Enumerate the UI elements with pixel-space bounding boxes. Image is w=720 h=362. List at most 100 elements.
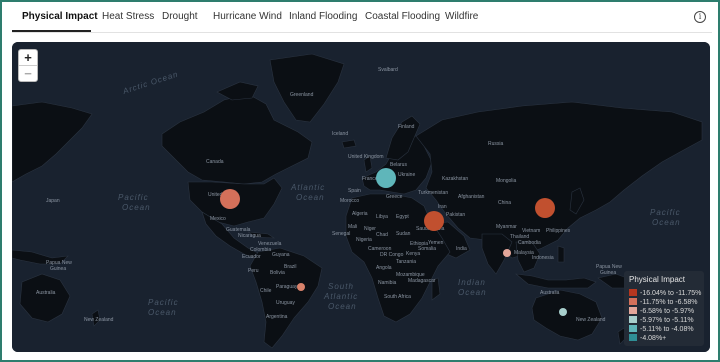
place-nigeria: Nigeria [356,237,372,243]
legend-title: Physical Impact [629,275,686,284]
legend-item: -5.97% to -5.11% [629,316,694,324]
place-malaysia: Malaysia [514,250,534,256]
place-libya: Libya [376,214,388,220]
tab-wildfire[interactable]: Wildfire [445,11,478,22]
place-finland: Finland [398,124,415,130]
legend-item: -6.58% to -5.97% [629,307,694,315]
legend-label: -4.08%+ [640,335,667,342]
place-china: China [498,200,511,206]
place-greece: Greece [386,194,403,200]
place-svalbard: Svalbard [378,67,398,73]
legend-swatch [629,334,637,341]
tab-hurricane-wind[interactable]: Hurricane Wind [213,11,282,22]
place-iran: Iran [438,204,447,210]
place-mexico: Mexico [210,216,226,222]
legend-label: -5.97% to -5.11% [640,317,694,324]
tab-bar: Physical Impact Heat Stress Drought Hurr… [12,2,712,33]
place-namibia: Namibia [378,280,397,286]
marker-europe[interactable] [376,168,396,188]
place-india: India [456,246,467,252]
legend: Physical Impact -16.04% to -11.75% -11.7… [624,271,704,346]
ocean-label-south-atlantic-3: Ocean [328,302,357,311]
place-new-zealand: New Zealand [576,317,606,323]
place-mali: Mali [348,224,357,230]
legend-label: -16.04% to -11.75% [640,290,702,297]
place-egypt: Egypt [396,214,409,220]
place-morocco: Morocco [340,198,359,204]
place-angola: Angola [376,265,392,271]
tab-physical-impact[interactable]: Physical Impact [22,11,98,22]
place-papua-left-2: Guinea [50,266,66,272]
legend-swatch [629,289,637,296]
place-madagascar: Madagascar [408,278,436,284]
world-map[interactable]: Arctic Ocean Pacific Ocean Atlantic Ocea… [12,42,710,352]
legend-swatch [629,298,637,305]
place-united-kingdom: United Kingdom [348,154,384,160]
place-tanzania: Tanzania [396,259,416,265]
place-nicaragua: Nicaragua [238,233,261,239]
place-niger: Niger [364,226,376,232]
place-pakistan: Pakistan [446,212,465,218]
place-senegal: Senegal [332,231,350,237]
place-new-zealand-left: New Zealand [84,317,114,323]
info-icon[interactable]: i [694,11,706,23]
legend-label: -5.11% to -4.08% [640,326,694,333]
place-turkmenistan: Turkmenistan [418,190,448,196]
ocean-label-south-pacific-2: Ocean [148,308,177,317]
place-algeria: Algeria [352,211,368,217]
place-mozambique: Mozambique [396,272,425,278]
place-australia-left: Australia [36,290,56,296]
legend-item: -16.04% to -11.75% [629,289,701,297]
ocean-label-south-atlantic-1: South [328,282,354,291]
active-tab-indicator [12,30,91,32]
tab-heat-stress[interactable]: Heat Stress [102,11,154,22]
place-japan-left: Japan [46,198,60,204]
place-somalia: Somalia [418,246,436,252]
place-indonesia: Indonesia [532,255,554,261]
place-guyana: Guyana [272,252,290,258]
map-canvas: Arctic Ocean Pacific Ocean Atlantic Ocea… [12,42,710,352]
legend-label: -11.75% to -6.58% [640,299,698,306]
tab-drought[interactable]: Drought [162,11,198,22]
place-brazil: Brazil [284,264,297,270]
tab-inland-flooding[interactable]: Inland Flooding [289,11,357,22]
ocean-label-atlantic-2: Ocean [296,193,325,202]
ocean-label-indian-2: Ocean [458,288,487,297]
ocean-label-south-atlantic-2: Atlantic [323,292,358,301]
ocean-label-south-pacific-1: Pacific [148,298,179,307]
place-australia: Australia [540,290,560,296]
place-mongolia: Mongolia [496,178,517,184]
tab-coastal-flooding[interactable]: Coastal Flooding [365,11,440,22]
place-afghanistan: Afghanistan [458,194,485,200]
place-uruguay: Uruguay [276,300,295,306]
place-south-africa: South Africa [384,294,411,300]
place-canada: Canada [206,159,224,165]
place-ukraine: Ukraine [398,172,415,178]
ocean-label-atlantic-1: Atlantic [290,183,325,192]
ocean-label-east-pacific-2: Ocean [652,218,681,227]
place-russia: Russia [488,141,504,147]
marker-australia[interactable] [559,308,567,316]
zoom-out-button[interactable]: − [19,66,37,81]
place-kazakhstan: Kazakhstan [442,176,468,182]
place-cambodia: Cambodia [518,240,541,246]
legend-label: -6.58% to -5.97% [640,308,695,315]
place-philippines: Philippines [546,228,571,234]
place-vietnam: Vietnam [522,228,540,234]
ocean-label-indian-1: Indian [458,278,486,287]
ocean-label-pacific-2: Ocean [122,203,151,212]
marker-brazil[interactable] [297,283,305,291]
marker-india[interactable] [503,249,511,257]
marker-usa[interactable] [220,189,240,209]
legend-item: -5.11% to -4.08% [629,325,694,333]
zoom-in-button[interactable]: + [19,50,37,66]
place-iceland: Iceland [332,131,348,137]
place-france: France [362,176,378,182]
place-chile: Chile [260,288,272,294]
legend-item: -11.75% to -6.58% [629,298,697,306]
marker-middle-east[interactable] [424,211,444,231]
ocean-label-east-pacific-1: Pacific [650,208,681,217]
land-philippines [557,245,565,263]
legend-swatch [629,307,637,314]
marker-east-asia[interactable] [535,198,555,218]
